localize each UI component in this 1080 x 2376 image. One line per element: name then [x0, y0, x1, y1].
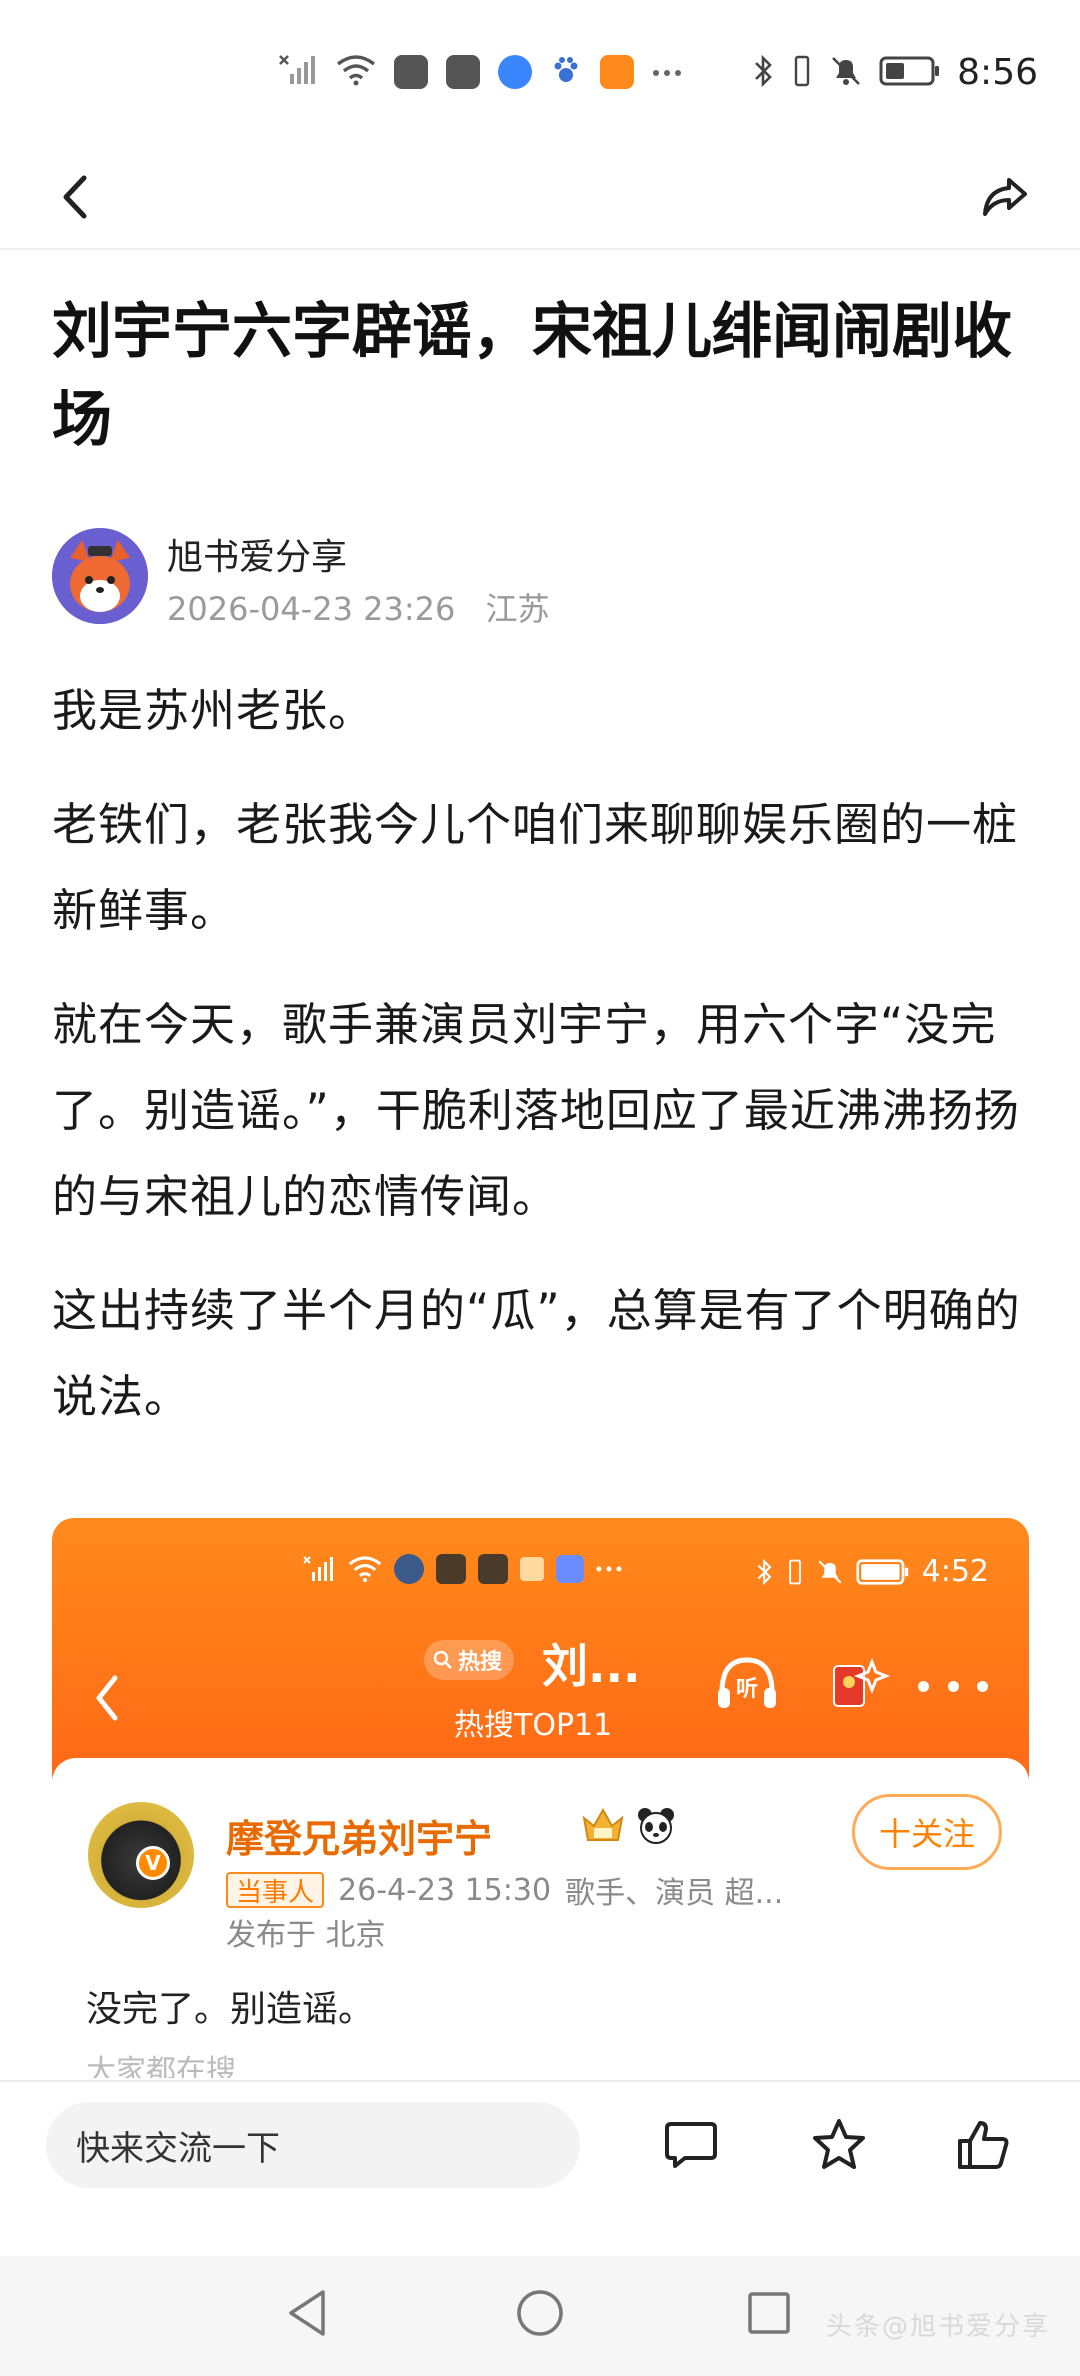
embedded-post-time: 26-4-23 15:30 [338, 1872, 552, 1908]
favorite-button[interactable] [804, 2110, 874, 2180]
paragraph: 就在今天，歌手兼演员刘宇宁，用六个字“没完了。别造谣。”，干脆利落地回应了最近沸… [52, 998, 1020, 1223]
involved-party-tag: 当事人 [226, 1872, 325, 1908]
panda-icon [638, 1808, 674, 1844]
hot-search-tag: 热搜 [458, 1650, 503, 1675]
watermark: 头条@旭书爱分享 [825, 2312, 1050, 2342]
author-name[interactable]: 旭书爱分享 [167, 528, 347, 580]
status-bar-right: 8:56 [753, 52, 1038, 93]
comment-button[interactable] [656, 2110, 726, 2180]
app-icon [446, 55, 480, 89]
status-time: 8:56 [957, 52, 1038, 93]
embedded-post-text: 没完了。别造谣。 [86, 1989, 375, 2030]
recents-square-icon [748, 2292, 790, 2334]
verified-badge: V [136, 1846, 170, 1880]
publish-location: 江苏 [485, 590, 550, 628]
author-meta: 2026-04-23 23:26 江苏 [167, 584, 550, 630]
music-app-icon [556, 1555, 584, 1583]
article-title: 刘宇宁六字辟谣，宋祖儿绯闻闹剧收场 [52, 297, 1012, 455]
embedded-post-card: V 摩登兄弟刘宇宁 十关注 当事人 26-4-23 15:30 歌手、演员 超.… [52, 1758, 1029, 2078]
paragraph: 这出持续了半个月的“瓜”，总算是有了个明确的说法。 [52, 1284, 1021, 1423]
vibrate-icon [791, 54, 813, 92]
system-home-button[interactable] [505, 2278, 575, 2348]
wifi-icon [348, 1556, 382, 1583]
publish-date: 2026-04-23 23:26 [167, 590, 456, 628]
paragraph: 我是苏州老张。 [52, 684, 375, 737]
app-icon [520, 1557, 544, 1581]
author-avatar[interactable] [52, 528, 148, 624]
browser-icon [498, 55, 532, 89]
like-button[interactable] [948, 2110, 1018, 2180]
more-dots-icon [652, 63, 682, 82]
embedded-status-bar: 4:52 [52, 1518, 1029, 1598]
vip-badge-icon [582, 1807, 624, 1841]
embedded-user-name[interactable]: 摩登兄弟刘宇宁 [226, 1808, 492, 1863]
article-body: 我是苏州老张。 老铁们，老张我今儿个咱们来聊聊娱乐圈的一桩新鲜事。 就在今天，歌… [52, 668, 1037, 1468]
share-button[interactable] [970, 162, 1040, 232]
red-packet-button[interactable] [822, 1648, 892, 1718]
embedded-topic-rank: 热搜TOP11 [454, 1708, 613, 1743]
embedded-user-desc: 歌手、演员 超... [565, 1876, 784, 1911]
back-triangle-icon [289, 2290, 325, 2336]
author-row[interactable]: 旭书爱分享 2026-04-23 23:26 江苏 [52, 528, 1032, 628]
follow-button[interactable]: 十关注 [852, 1794, 1002, 1870]
mute-icon [829, 54, 863, 92]
wifi-icon [336, 54, 376, 90]
dot [947, 1680, 959, 1692]
app-icon [478, 1554, 508, 1584]
status-bar: 8:56 [0, 0, 1080, 150]
app-icon [394, 1554, 424, 1584]
bottom-action-bar: 快来交流一下 [0, 2080, 1080, 2256]
mute-icon [818, 1560, 842, 1583]
thumbs-up-icon [958, 2121, 1009, 2169]
comment-input[interactable]: 快来交流一下 [46, 2102, 580, 2188]
red-packet-icon [833, 1657, 891, 1707]
app-icon [394, 55, 428, 89]
battery-icon [856, 1558, 908, 1585]
chevron-left-icon [63, 175, 87, 219]
embedded-topic-title: 刘... [542, 1639, 641, 1693]
embedded-more-button[interactable] [918, 1666, 988, 1706]
svg-text:听: 听 [736, 1677, 758, 1702]
listen-button[interactable]: 听 [712, 1648, 782, 1718]
back-button[interactable] [40, 162, 110, 232]
user-badges [580, 1806, 676, 1846]
embedded-post-location: 发布于 北京 [226, 1918, 386, 1953]
top-nav-bar [0, 150, 1080, 250]
system-navigation-bar: 头条@旭书爱分享 [0, 2256, 1080, 2376]
video-app-icon [600, 55, 634, 89]
share-icon [983, 178, 1027, 216]
bluetooth-icon [757, 1558, 772, 1585]
paw-icon [550, 54, 582, 90]
battery-icon [879, 55, 941, 91]
chevron-left-icon [96, 1675, 118, 1721]
hot-search-pill[interactable]: 热搜 [424, 1640, 515, 1680]
system-recents-button[interactable] [734, 2278, 804, 2348]
embedded-back-button[interactable] [82, 1663, 132, 1733]
embedded-status-time: 4:52 [921, 1554, 989, 1589]
dot [977, 1680, 988, 1692]
embedded-screenshot-image[interactable]: 4:52 热搜 刘... 热搜TOP11 听 V 摩登兄弟刘宇宁 十关注 当事人… [52, 1518, 1029, 2078]
vibrate-icon [788, 1559, 801, 1584]
paragraph: 老铁们，老张我今儿个咱们来聊聊娱乐圈的一桩新鲜事。 [52, 798, 1019, 937]
star-icon [813, 2119, 865, 2169]
embedded-cut-text: 大家都在搜 [86, 2054, 236, 2078]
embedded-status-left [302, 1554, 622, 1584]
more-dots-icon [596, 1566, 622, 1572]
home-circle-icon [517, 2290, 563, 2336]
system-back-button[interactable] [272, 2278, 342, 2348]
headphones-icon: 听 [718, 1657, 776, 1708]
no-signal-icon [303, 1556, 333, 1581]
comment-icon [665, 2122, 717, 2168]
status-bar-left [278, 52, 682, 92]
search-icon [433, 1650, 452, 1669]
app-icon [436, 1554, 466, 1584]
no-signal-icon [278, 52, 318, 92]
embedded-post-meta: 当事人 26-4-23 15:30 歌手、演员 超... [226, 1868, 783, 1912]
bluetooth-icon [753, 54, 775, 92]
dot [918, 1680, 929, 1692]
embedded-status-right: 4:52 [756, 1554, 989, 1589]
